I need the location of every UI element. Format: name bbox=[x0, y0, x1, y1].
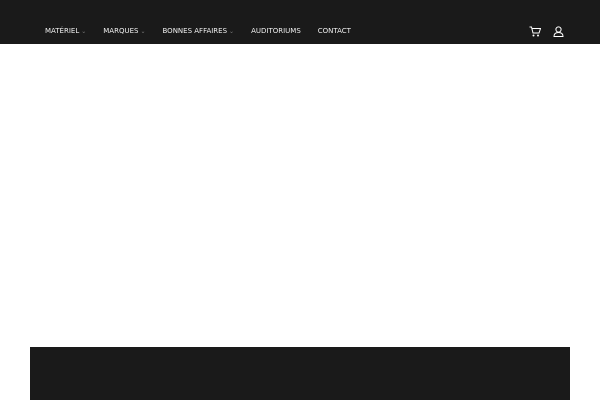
chevron-down-icon: ⌄ bbox=[229, 28, 235, 35]
menu-contact[interactable]: CONTACT bbox=[318, 27, 351, 35]
menu-marques[interactable]: MARQUES ⌄ bbox=[103, 27, 145, 35]
menu-bonnes-affaires[interactable]: BONNES AFFAIRES ⌄ bbox=[163, 27, 235, 35]
menu-label: BONNES AFFAIRES bbox=[162, 27, 228, 35]
user-icon[interactable] bbox=[553, 26, 564, 37]
top-nav: MATÉRIEL ⌄ MARQUES ⌄ BONNES AFFAIRES ⌄ AUDI… bbox=[0, 0, 600, 44]
chevron-down-icon: ⌄ bbox=[140, 28, 146, 35]
menu-auditoriums[interactable]: AUDITORIUMS bbox=[251, 27, 301, 35]
chevron-down-icon: ⌄ bbox=[81, 28, 87, 35]
cart-icon[interactable] bbox=[529, 26, 541, 37]
menu-materiel[interactable]: MATÉRIEL ⌄ bbox=[45, 27, 86, 35]
main-menu: MATÉRIEL ⌄ MARQUES ⌄ BONNES AFFAIRES ⌄ AUDI… bbox=[45, 27, 368, 35]
dark-content-block bbox=[30, 347, 570, 400]
menu-label: MATÉRIEL bbox=[45, 27, 80, 35]
menu-label: MARQUES bbox=[103, 27, 139, 35]
